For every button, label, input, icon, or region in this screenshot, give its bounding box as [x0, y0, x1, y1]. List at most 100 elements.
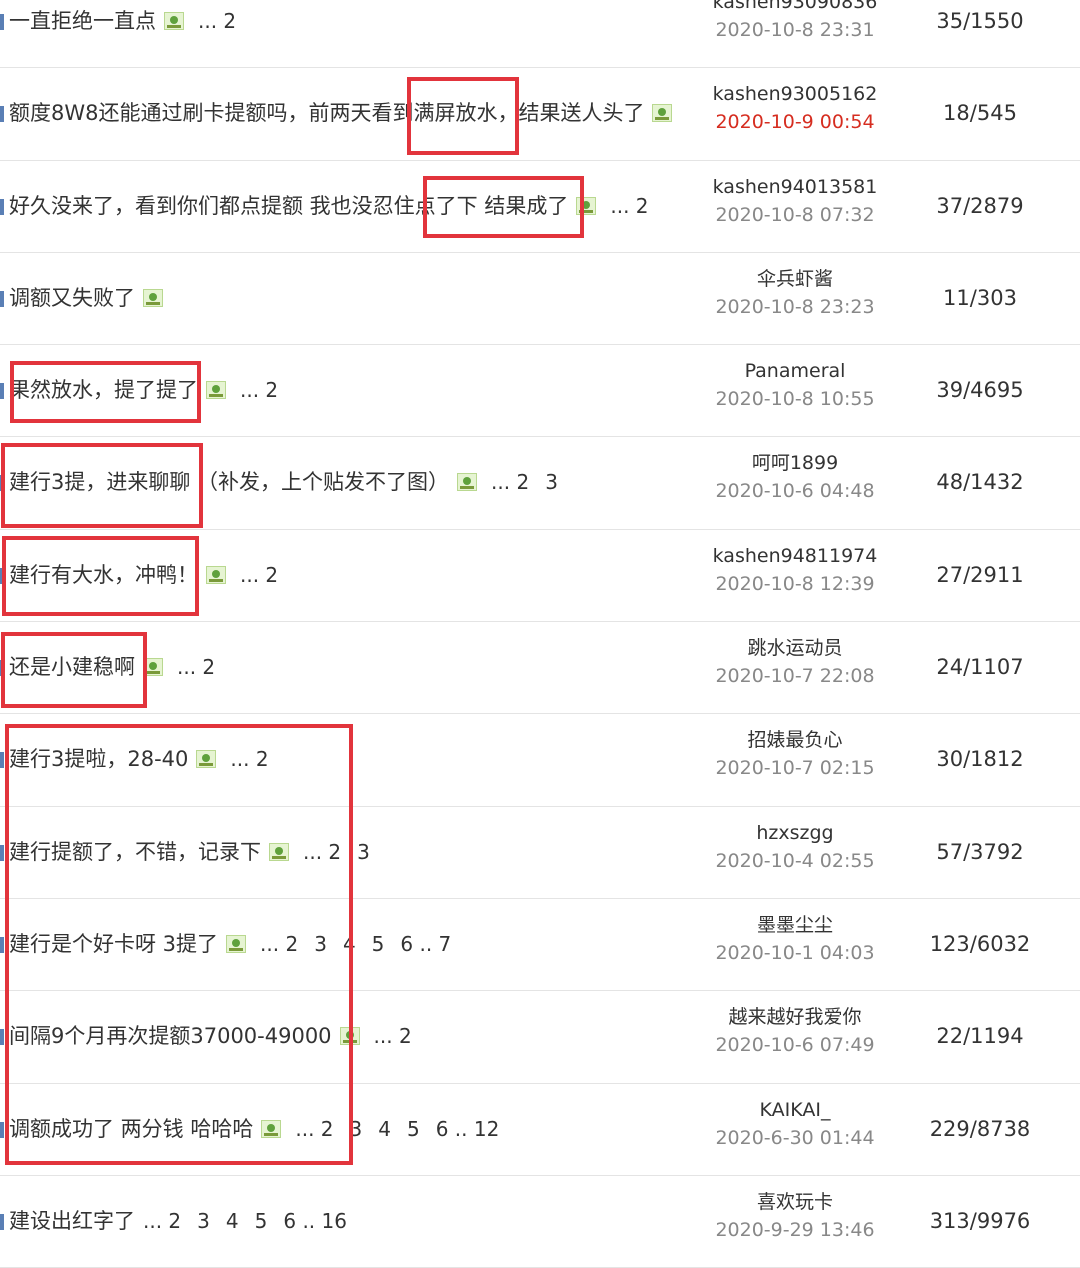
- reply-view-count: 57/3792: [936, 839, 1024, 864]
- thread-title-link[interactable]: 一直拒绝一直点: [9, 6, 156, 36]
- row-marker: [0, 475, 4, 492]
- page-link[interactable]: 4: [226, 1206, 239, 1236]
- row-marker: [0, 1029, 4, 1046]
- image-attachment-icon: [206, 381, 226, 400]
- page-link[interactable]: ... 2: [143, 1206, 181, 1236]
- row-marker: [0, 1213, 4, 1230]
- page-link[interactable]: ... 2: [240, 560, 278, 590]
- image-attachment-icon: [143, 658, 163, 677]
- page-link[interactable]: ... 2: [177, 652, 215, 682]
- thread-title-link[interactable]: 额度8W8还能通过刷卡提额吗，前两天看到满屏放水，结果送人头了: [9, 98, 644, 128]
- page-link[interactable]: 6 .. 12: [436, 1114, 500, 1144]
- thread-row[interactable]: 额度8W8还能通过刷卡提额吗，前两天看到满屏放水，结果送人头了 kashen930…: [0, 68, 1080, 161]
- page-link[interactable]: 3: [350, 1114, 363, 1144]
- thread-row[interactable]: 好久没来了，看到你们都点提额 我也没忍住点了下 结果成了 ... 2 kashen9…: [0, 161, 1080, 253]
- author-name[interactable]: 跳水运动员: [700, 634, 890, 662]
- page-link[interactable]: ... 2: [610, 191, 648, 221]
- page-link[interactable]: ... 2: [303, 837, 341, 867]
- page-link[interactable]: 3: [197, 1206, 210, 1236]
- reply-view-count: 24/1107: [936, 655, 1024, 680]
- thread-title-link[interactable]: 果然放水，提了提了: [9, 375, 198, 405]
- page-links: ... 2: [610, 191, 648, 221]
- page-link[interactable]: 3: [545, 467, 558, 497]
- row-marker: [0, 660, 4, 677]
- image-attachment-icon: [143, 288, 163, 307]
- author-name[interactable]: KAIKAI_: [700, 1096, 890, 1124]
- thread-row[interactable]: 调额成功了 两分钱 哈哈哈 ... 2 345 6 .. 12 KAIKAI_ 2020-…: [0, 1084, 1080, 1176]
- image-attachment-icon: [261, 1119, 282, 1138]
- author-name[interactable]: 招婊最负心: [700, 726, 890, 754]
- thread-row[interactable]: 还是小建稳啊 ... 2 跳水运动员 2020-10-7 22:08 24/1107: [0, 622, 1080, 715]
- thread-title-link[interactable]: 建行提额了，不错，记录下: [9, 837, 261, 867]
- image-attachment-icon: [164, 12, 184, 30]
- post-date: 2020-10-6 04:48: [715, 480, 875, 503]
- author-name[interactable]: 呵呵1899: [700, 449, 890, 477]
- thread-row[interactable]: 一直拒绝一直点 ... 2 kashen93090836 2020-10-8 23:3…: [0, 0, 1080, 69]
- thread-row[interactable]: 建行3提啦，28-40 ... 2 招婊最负心 2020-10-7 02:15 30/1…: [0, 714, 1080, 807]
- thread-title-link[interactable]: 建行有大水，冲鸭！: [9, 560, 198, 590]
- thread-title: 建行是个好卡呀 3提了 ... 2 345 6 .. 7: [9, 929, 451, 959]
- author-name[interactable]: 越来越好我爱你: [700, 1003, 890, 1031]
- page-link[interactable]: ... 2: [198, 6, 236, 36]
- author-name[interactable]: 墨墨尘尘: [700, 911, 890, 939]
- reply-view-count: 22/1194: [936, 1024, 1024, 1049]
- author-name[interactable]: 伞兵虾酱: [700, 265, 890, 293]
- thread-title-link[interactable]: 好久没来了，看到你们都点提额 我也没忍住点了下 结果成了: [9, 191, 568, 221]
- page-link[interactable]: 3: [357, 837, 370, 867]
- thread-title: 调额又失败了: [9, 283, 177, 313]
- reply-view-count: 27/2911: [936, 562, 1024, 587]
- page-link[interactable]: 3: [314, 929, 327, 959]
- author-name[interactable]: kashen94013581: [700, 173, 890, 201]
- page-link[interactable]: ... 2: [230, 744, 268, 774]
- page-link[interactable]: 5: [372, 929, 385, 959]
- thread-title-link[interactable]: 调额成功了 两分钱 哈哈哈: [9, 1114, 253, 1144]
- page-link[interactable]: 4: [378, 1114, 391, 1144]
- image-attachment-icon: [269, 842, 289, 861]
- thread-row[interactable]: 调额又失败了 伞兵虾酱 2020-10-8 23:23 11/303: [0, 253, 1080, 346]
- author-name[interactable]: hzxszgg: [700, 819, 890, 847]
- author-name[interactable]: kashen93005162: [700, 80, 890, 108]
- reply-view-count: 39/4695: [936, 378, 1024, 403]
- post-date: 2020-10-1 04:03: [715, 941, 875, 964]
- page-link[interactable]: ... 2: [260, 929, 298, 959]
- page-link[interactable]: 4: [343, 929, 356, 959]
- reply-view-count: 11/303: [943, 285, 1017, 310]
- thread-title-link[interactable]: 建行3提，进来聊聊 （补发，上个贴发不了图）: [9, 467, 449, 497]
- reply-view-count: 48/1432: [936, 470, 1024, 495]
- page-links: ... 2 345 6 .. 16: [143, 1206, 347, 1236]
- thread-row[interactable]: 果然放水，提了提了 ... 2 Panameral 2020-10-8 10:55 39…: [0, 345, 1080, 438]
- thread-row[interactable]: 建设出红字了 ... 2 345 6 .. 16 喜欢玩卡 2020-9-29 13:46…: [0, 1176, 1080, 1268]
- thread-row[interactable]: 建行提额了，不错，记录下 ... 2 3 hzxszgg 2020-10-4 02:55…: [0, 807, 1080, 899]
- author-name[interactable]: kashen93090836: [700, 0, 890, 16]
- page-link[interactable]: ... 2: [295, 1114, 333, 1144]
- thread-title: 调额成功了 两分钱 哈哈哈 ... 2 345 6 .. 12: [9, 1114, 499, 1144]
- author-name[interactable]: 喜欢玩卡: [700, 1188, 890, 1216]
- thread-title-link[interactable]: 建设出红字了: [9, 1206, 135, 1236]
- thread-title-link[interactable]: 建行3提啦，28-40: [9, 744, 188, 774]
- thread-title-link[interactable]: 建行是个好卡呀 3提了: [9, 929, 218, 959]
- page-link[interactable]: ... 2: [491, 467, 529, 497]
- page-link[interactable]: 5: [255, 1206, 268, 1236]
- row-marker: [0, 383, 4, 400]
- thread-title: 建行有大水，冲鸭！ ... 2: [9, 560, 278, 590]
- thread-row[interactable]: 建行是个好卡呀 3提了 ... 2 345 6 .. 7 墨墨尘尘 2020-10-1 0…: [0, 899, 1080, 992]
- row-marker: [0, 936, 4, 953]
- thread-title-link[interactable]: 调额又失败了: [9, 283, 135, 313]
- page-link[interactable]: 6 .. 16: [283, 1206, 347, 1236]
- author-name[interactable]: Panameral: [700, 357, 890, 385]
- thread-row[interactable]: 建行有大水，冲鸭！ ... 2 kashen94811974 2020-10-8 12…: [0, 530, 1080, 623]
- thread-row[interactable]: 间隔9个月再次提额37000-49000 ... 2 越来越好我爱你 2020-10-…: [0, 991, 1080, 1084]
- thread-row[interactable]: 建行3提，进来聊聊 （补发，上个贴发不了图） ... 2 3 呵呵1899 2020-1…: [0, 437, 1080, 530]
- page-links: ... 2: [240, 560, 278, 590]
- page-link[interactable]: ... 2: [374, 1021, 412, 1051]
- page-link[interactable]: ... 2: [240, 375, 278, 405]
- image-attachment-icon: [206, 565, 226, 584]
- thread-title: 额度8W8还能通过刷卡提额吗，前两天看到满屏放水，结果送人头了: [9, 98, 686, 128]
- post-date: 2020-10-9 00:54: [715, 111, 875, 134]
- row-marker: [0, 752, 4, 769]
- page-link[interactable]: 5: [407, 1114, 420, 1144]
- page-link[interactable]: 6 .. 7: [400, 929, 451, 959]
- thread-title-link[interactable]: 间隔9个月再次提额37000-49000: [9, 1021, 332, 1051]
- thread-title-link[interactable]: 还是小建稳啊: [9, 652, 135, 682]
- author-name[interactable]: kashen94811974: [700, 542, 890, 570]
